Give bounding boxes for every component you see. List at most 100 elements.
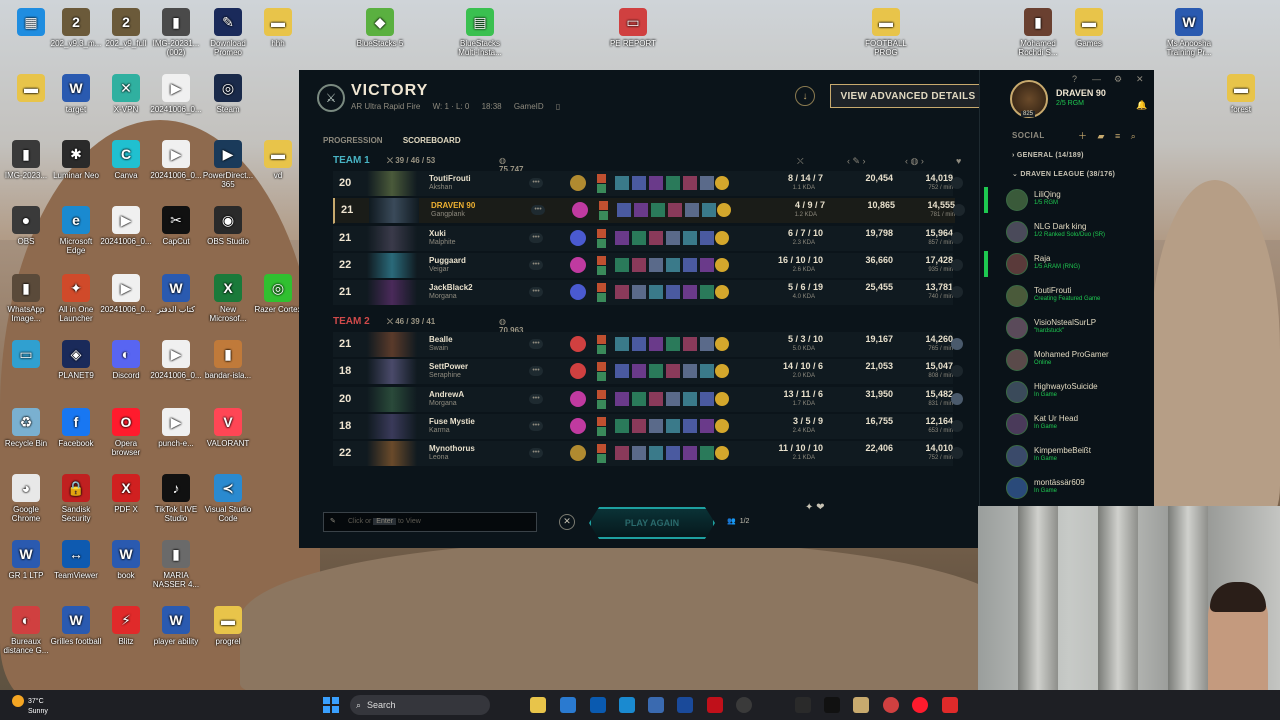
list-item[interactable]: Raja 1/5 ARAM (RNG)	[1006, 250, 1146, 278]
honor-icon[interactable]	[951, 419, 963, 432]
more-options-icon[interactable]: •••	[529, 232, 543, 243]
desktop-icon[interactable]: ◉ OBS Studio	[202, 206, 254, 246]
desktop-icon[interactable]: ▶ 20241006_0...	[100, 206, 152, 246]
desktop-icon[interactable]: ▶ 20241006_0...	[100, 274, 152, 314]
desktop-icon[interactable]: ▮ WhatsApp Image...	[0, 274, 52, 323]
honor-icon[interactable]	[951, 365, 963, 378]
desktop-icon[interactable]: ▬ progrel	[202, 606, 254, 646]
desktop-icon[interactable]: C Canva	[100, 140, 152, 180]
table-row[interactable]: 22 Puggaard Veigar ••• 16 / 10 / 10 2.6 KDA 36…	[333, 252, 963, 279]
table-row[interactable]: 21 Xuki Malphite ••• 6 / 7 / 10 2.3 KDA 19,798…	[333, 225, 963, 252]
list-item[interactable]: Mohamed ProGamer Online	[1006, 346, 1146, 374]
table-row[interactable]: 21 DRAVEN 90 Gangplank ••• 4 / 9 / 7 1.2 KDA 1…	[333, 198, 965, 225]
more-options-icon[interactable]: •••	[529, 420, 543, 431]
table-row[interactable]: 21 Bealle Swain ••• 5 / 3 / 10 5.0 KDA 19,167 1…	[333, 332, 963, 358]
taskbar-netflix-icon[interactable]	[707, 697, 723, 713]
table-row[interactable]: 18 Fuse Mystie Karma ••• 3 / 5 / 9 2.4 KDA 16,…	[333, 413, 963, 440]
desktop-icon[interactable]: Wbook	[100, 540, 152, 580]
desktop-icon[interactable]: ✱ Luminar Neo	[50, 140, 102, 180]
list-item[interactable]: KimpembeBeißt In Game	[1006, 442, 1146, 470]
desktop-icon[interactable]: ▶ 20241006_0...	[150, 140, 202, 180]
more-options-icon[interactable]: •••	[529, 178, 543, 188]
desktop-icon[interactable]: ▶ 20241006_0...	[150, 340, 202, 380]
desktop-icon[interactable]: ▤ BlueStacks Multi-Insta...	[454, 8, 506, 57]
desktop-icon[interactable]: 2 202_v9.3_m...	[50, 8, 102, 48]
player-name[interactable]: ToutiFrouti	[429, 174, 471, 183]
table-row[interactable]: 22 Mynothorus Leona ••• 11 / 10 / 10 2.1 KDA 2…	[333, 441, 963, 468]
desktop-icon[interactable]: W GR 1 LTP	[0, 540, 52, 580]
desktop-icon[interactable]: ▬ vd	[252, 140, 304, 180]
weather-widget[interactable]: 37°C Sunny	[12, 695, 48, 716]
more-options-icon[interactable]: •••	[529, 393, 543, 404]
desktop-icon[interactable]: ⚡ Blitz	[100, 606, 152, 646]
help-icon[interactable]: ?	[1072, 74, 1077, 84]
player-name[interactable]: Xuki	[429, 229, 446, 238]
player-name[interactable]: DRAVEN 90	[431, 201, 475, 210]
desktop-icon[interactable]: ▮ IMG-2023...	[0, 140, 52, 180]
list-item[interactable]: montässär609 In Game	[1006, 474, 1146, 502]
add-friend-icon[interactable]: ＋	[1078, 131, 1087, 141]
honor-icon[interactable]	[953, 204, 965, 217]
player-name[interactable]: AndrewA	[429, 390, 464, 399]
play-again-button[interactable]: PLAY AGAIN	[589, 507, 715, 539]
desktop-icon[interactable]: X PDF X	[100, 474, 152, 514]
table-row[interactable]: 18 SettPower Seraphine ••• 14 / 10 / 6 2.0 KD…	[333, 359, 963, 386]
honor-icon[interactable]	[951, 258, 963, 271]
honor-icon[interactable]	[951, 286, 963, 299]
desktop-icon[interactable]: W Ms Anoosha Training Pr...	[1163, 8, 1215, 57]
desktop-icon[interactable]: ↔ TeamViewer	[50, 540, 102, 580]
desktop-icon[interactable]: ▶ punch-e...	[150, 408, 202, 448]
desktop-icon[interactable]: ▶ PowerDirect... 365	[202, 140, 254, 189]
player-name[interactable]: JackBlack2	[429, 283, 473, 292]
desktop-icon[interactable]: Wplayer ability	[150, 606, 202, 646]
view-advanced-details-button[interactable]: VIEW ADVANCED DETAILS	[830, 84, 986, 108]
taskbar-blitz-icon[interactable]	[942, 697, 958, 713]
tab-scoreboard[interactable]: SCOREBOARD	[403, 136, 461, 145]
column-icon-gold[interactable]: ‹ ◍ ›	[905, 156, 924, 167]
settings-icon[interactable]: ⚙	[1114, 74, 1122, 85]
honor-icon[interactable]	[951, 338, 963, 350]
player-name[interactable]: SettPower	[429, 362, 468, 371]
list-item[interactable]: ToutiFrouti Creating Featured Game	[1006, 282, 1146, 310]
desktop-icon[interactable]: X New Microsof...	[202, 274, 254, 323]
desktop-icon[interactable]: ▮ Mohamed Rochdi S...	[1012, 8, 1064, 57]
desktop-icon[interactable]: ≺ Visual Studio Code	[202, 474, 254, 523]
close-client-icon[interactable]: ✕	[1136, 74, 1144, 85]
player-name[interactable]: Bealle	[429, 335, 453, 344]
desktop-icon[interactable]: f Facebook	[50, 408, 102, 448]
desktop-icon[interactable]: ♻ Recycle Bin	[0, 408, 52, 448]
honor-icon[interactable]	[951, 392, 963, 405]
desktop-icon[interactable]: ✎ Download Promeo	[202, 8, 254, 57]
notification-icon[interactable]: 🔔	[1136, 100, 1147, 111]
close-icon[interactable]: ✕	[559, 514, 575, 530]
taskbar-store-icon[interactable]	[560, 697, 576, 713]
taskbar-app-icon[interactable]	[883, 697, 899, 713]
taskbar-capcut-icon[interactable]	[824, 697, 840, 713]
start-button[interactable]	[323, 697, 339, 713]
taskbar-outlook-icon[interactable]	[590, 697, 606, 713]
table-row[interactable]: 21 JackBlack2 Morgana ••• 5 / 6 / 19 4.0 KDA 2…	[333, 280, 963, 307]
taskbar-chatgpt-icon[interactable]	[736, 697, 752, 713]
desktop-icon[interactable]: ✦ All in One Launcher	[50, 274, 102, 323]
desktop-icon[interactable]: ✕ X-VPN	[100, 74, 152, 114]
more-options-icon[interactable]: •••	[529, 448, 543, 459]
taskbar-file-explorer-icon[interactable]	[530, 697, 546, 713]
minimize-icon[interactable]: —	[1092, 74, 1101, 84]
more-options-icon[interactable]: •••	[529, 339, 543, 349]
desktop-icon[interactable]: V VALORANT	[202, 408, 254, 448]
search-icon[interactable]: ⌕	[1131, 131, 1136, 141]
list-item[interactable]: HighwaytoSuicide In Game	[1006, 378, 1146, 406]
desktop-icon[interactable]: ◕ Google Chrome	[0, 474, 52, 523]
group-draven-league[interactable]: ⌄ DRAVEN LEAGUE (38/176)	[1012, 170, 1115, 178]
player-name[interactable]: Fuse Mystie	[429, 417, 475, 426]
player-name[interactable]: Mynothorus	[429, 444, 475, 453]
desktop-icon[interactable]: ✂ CapCut	[150, 206, 202, 246]
column-icon-damage[interactable]: ‹ ✎ ›	[847, 156, 866, 167]
desktop-icon[interactable]: ● OBS	[0, 206, 52, 246]
taskbar-app-icon[interactable]	[677, 697, 693, 713]
desktop-icon[interactable]: ▭	[0, 340, 52, 371]
list-item[interactable]: NLG Dark king 1/2 Ranked Solo/Duo (SR)	[1006, 218, 1146, 246]
taskbar-app-icon[interactable]	[648, 697, 664, 713]
post-game-chat-input[interactable]: ✎ Click or Enter to View	[323, 512, 537, 532]
desktop-icon[interactable]: ♪ TikTok LIVE Studio	[150, 474, 202, 523]
